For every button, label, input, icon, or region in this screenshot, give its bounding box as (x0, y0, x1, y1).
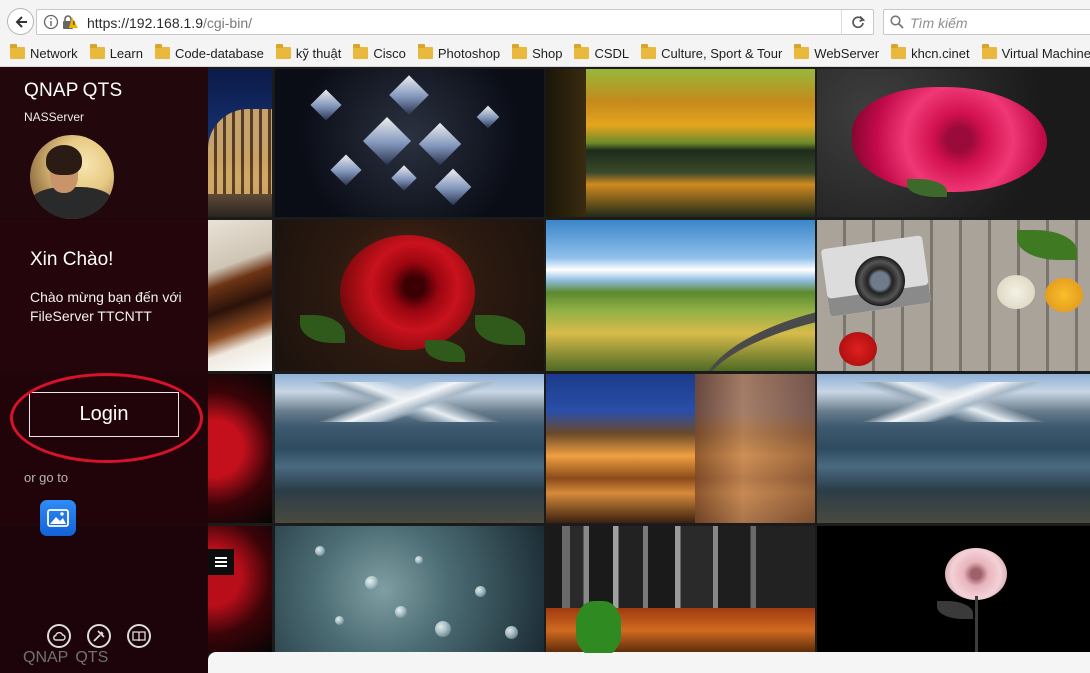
red-rose-dark-photo (208, 374, 272, 523)
footer-brand-sub: QTS (75, 649, 109, 666)
bookmark-item[interactable]: kỹ thuật (275, 44, 342, 61)
evening-street-photo (546, 374, 815, 523)
address-bar[interactable]: https://192.168.1.9/cgi-bin/ (36, 9, 874, 35)
bookmark-label: Photoshop (437, 45, 501, 61)
violin-photo (208, 220, 272, 371)
bookmark-label: khcn.cinet (911, 45, 970, 61)
photo-station-button[interactable] (40, 500, 76, 536)
info-icon[interactable] (43, 14, 59, 30)
bookmark-label: kỹ thuật (295, 45, 342, 61)
login-button[interactable]: Login (29, 392, 179, 437)
folder-icon (794, 44, 810, 59)
bookmark-item[interactable]: CSDL (574, 44, 630, 61)
menu-button[interactable] (208, 549, 234, 575)
bookmark-item[interactable]: Photoshop (417, 44, 501, 61)
brand-logo: QNAP QTS (24, 80, 122, 102)
avatar (30, 135, 114, 219)
bookmark-item[interactable]: Cisco (353, 44, 406, 61)
page-bottom-strip (208, 652, 1090, 673)
camera-roses-photo (817, 220, 1090, 371)
diamonds-photo (275, 69, 544, 217)
mountain-lake-photo (275, 374, 544, 523)
bookmark-label: Code-database (174, 45, 264, 61)
folder-icon (417, 44, 433, 59)
mountain-lake-photo (817, 374, 1090, 523)
folder-icon (275, 44, 291, 59)
bookmark-item[interactable]: Code-database (154, 44, 264, 61)
url-path: /cgi-bin/ (202, 15, 253, 31)
bookmark-label: Shop (532, 45, 563, 61)
bookmark-item[interactable]: Culture, Sport & Tour (641, 44, 783, 61)
browser-toolbar: https://192.168.1.9/cgi-bin/ Tìm kiếm (0, 0, 1090, 40)
bookmark-item[interactable]: khcn.cinet (891, 44, 970, 61)
tools-icon (93, 630, 105, 642)
insecure-lock-icon[interactable] (61, 14, 79, 30)
folder-icon (891, 44, 907, 59)
footer-brand-logo: QNAP QTS (23, 649, 108, 667)
search-bar[interactable]: Tìm kiếm (883, 9, 1090, 35)
photo-station-icon (47, 509, 69, 527)
water-drops-photo (275, 526, 544, 653)
bookmark-label: Virtual Machine (1001, 45, 1090, 61)
welcome-message: Chào mừng bạn đến với FileServer TTCNTT (30, 289, 182, 324)
bookmarks-toolbar: Network Learn Code-database kỹ thuật Cisco Ph… (0, 40, 1090, 67)
book-icon (132, 631, 146, 642)
folder-icon (353, 44, 369, 59)
sidebar-bottom-icons (47, 624, 151, 648)
cloud-icon (53, 632, 66, 641)
red-rose-dark-photo (208, 526, 272, 653)
url-text[interactable]: https://192.168.1.9/cgi-bin/ (87, 15, 252, 31)
tools-button[interactable] (87, 624, 111, 648)
cloud-button[interactable] (47, 624, 71, 648)
colosseum-photo (208, 69, 272, 217)
bookmark-label: Culture, Sport & Tour (661, 45, 783, 61)
bookmark-label: WebServer (814, 45, 880, 61)
hamburger-icon (215, 557, 227, 567)
greeting-title: Xin Chào! (30, 249, 114, 270)
folder-icon (89, 44, 105, 59)
reload-icon (851, 15, 865, 29)
bookmark-label: Learn (109, 45, 143, 61)
folder-icon (512, 44, 528, 59)
folder-icon (641, 44, 657, 59)
bookmark-item[interactable]: Shop (512, 44, 563, 61)
or-go-to-label: or go to (24, 470, 69, 485)
folder-icon (574, 44, 590, 59)
bookmark-item[interactable]: Virtual Machine (981, 44, 1090, 61)
reload-button[interactable] (841, 10, 873, 34)
bookmark-item[interactable]: WebServer (794, 44, 880, 61)
bookmark-label: CSDL (594, 45, 630, 61)
bookmark-item[interactable]: Learn (89, 44, 143, 61)
bookmark-item[interactable]: Network (10, 44, 78, 61)
tuscany-road-photo (546, 220, 815, 371)
server-name: NASServer (24, 110, 85, 124)
folder-icon (981, 44, 997, 59)
folder-icon (154, 44, 170, 59)
forest-photo (546, 526, 815, 653)
url-host: https://192.168.1.9 (87, 15, 203, 31)
back-arrow-icon (15, 15, 27, 28)
pink-rose-photo (817, 69, 1090, 217)
white-rose-photo (817, 526, 1090, 653)
footer-brand-main: QNAP (23, 649, 69, 666)
bookmark-label: Network (30, 45, 78, 61)
search-placeholder: Tìm kiếm (910, 15, 968, 31)
brand-sub: QTS (82, 80, 123, 101)
search-icon (890, 15, 904, 29)
red-rose-photo (275, 220, 544, 371)
book-button[interactable] (127, 624, 151, 648)
folder-icon (10, 44, 25, 59)
bookmark-label: Cisco (373, 45, 406, 61)
autumn-lake-photo (546, 69, 815, 217)
back-button[interactable] (7, 8, 34, 35)
brand-main: QNAP (24, 80, 79, 101)
login-sidebar: QNAP QTS NASServer Xin Chào! Chào mừng bạ… (0, 67, 208, 673)
